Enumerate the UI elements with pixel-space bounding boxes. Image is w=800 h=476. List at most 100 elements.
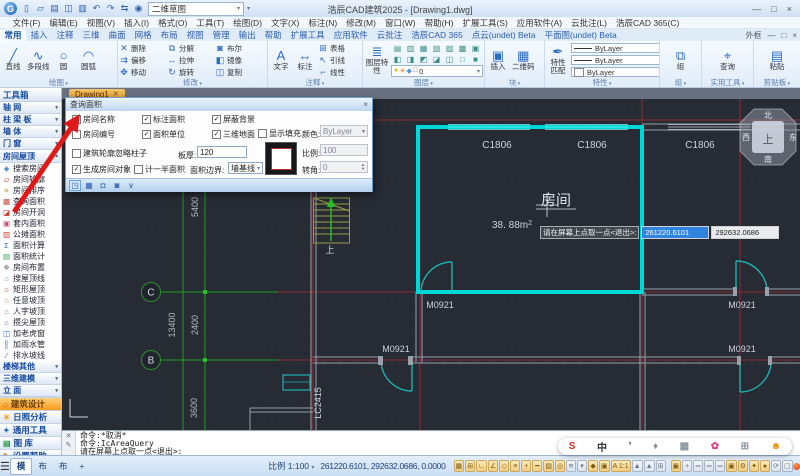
pick-point-tool-icon[interactable]: ∨	[125, 180, 137, 191]
panel-label[interactable]: 特性	[545, 78, 659, 87]
sidebar-tool[interactable]: ◈ 搜索房间	[0, 163, 61, 174]
sidebar-nav-item[interactable]: ▤ 图 库	[0, 436, 61, 449]
snap-toggle[interactable]: ⊞	[465, 460, 475, 472]
layer-tool-icon[interactable]: ▩	[456, 43, 469, 54]
ribbon-tab[interactable]: 注释	[52, 29, 78, 41]
transfer-icon[interactable]: ⇆	[118, 2, 131, 15]
sidebar-group[interactable]: 柱 梁 板▾	[0, 114, 61, 126]
sogou-logo-icon[interactable]: S	[569, 441, 576, 452]
layer-tool-icon[interactable]: ▣	[469, 43, 482, 54]
restore-icon[interactable]: □	[771, 4, 776, 14]
layer-tool-icon[interactable]: ◩	[417, 54, 430, 65]
close-icon[interactable]: ×	[363, 100, 368, 109]
annotation-scale[interactable]: A 1:1	[611, 460, 631, 472]
thickness-input[interactable]: 120	[197, 146, 247, 158]
layer-tool-icon[interactable]: □	[456, 54, 469, 65]
sidebar-group[interactable]: 立 面▾	[0, 385, 61, 397]
new-file-icon[interactable]: ▯	[20, 2, 33, 15]
browser-icon[interactable]: ▣	[726, 460, 737, 472]
layer-tool-icon[interactable]: ▨	[443, 43, 456, 54]
quick-table-toggle[interactable]: ⊞	[656, 460, 666, 472]
ribbon-tab[interactable]: 布局	[156, 29, 182, 41]
checkbox-room-name[interactable]: 房间名称	[72, 114, 115, 125]
otrack-toggle[interactable]: ≡	[510, 460, 520, 472]
ribbon-button[interactable]: ◫ 复制	[215, 66, 263, 78]
menu-item[interactable]: 扩展工具(S)	[458, 17, 512, 29]
checkbox-3d-floor[interactable]: 三维地面	[212, 129, 255, 140]
ribbon-button[interactable]: ↔ 标注	[293, 42, 317, 78]
ribbon-button[interactable]: ↔ 拉伸	[167, 54, 215, 66]
grid-toggle[interactable]: ▦	[454, 460, 465, 472]
open-folder-icon[interactable]: ▱	[34, 2, 47, 15]
frame-icon[interactable]: ▢	[782, 460, 793, 472]
menu-item[interactable]: 视图(V)	[82, 17, 119, 29]
sidebar-tool[interactable]: ∕ 排水坡线	[0, 350, 61, 361]
sidebar-tool[interactable]: ⌂ 任意坡顶	[0, 295, 61, 306]
menu-item[interactable]: 应用软件(A)	[512, 17, 566, 29]
filter-toggle[interactable]: ▾	[577, 460, 587, 472]
sidebar-tool[interactable]: ▣ 套内面积	[0, 218, 61, 229]
layer-on-bulb-icon[interactable]: ●	[394, 67, 398, 75]
panel-label[interactable]: 绘图	[0, 78, 117, 87]
layout-tab[interactable]: 布局1	[32, 459, 53, 474]
layer-tool-icon[interactable]: ◨	[404, 54, 417, 65]
checkbox-half-area[interactable]: 计一半面积	[134, 164, 185, 175]
ribbon-button[interactable]: ⇉ 偏移	[119, 54, 167, 66]
ribbon-button[interactable]: ⌐ 线性	[318, 66, 358, 78]
sidebar-tool[interactable]: ▦ 查询面积	[0, 196, 61, 207]
ribbon-button[interactable]: ✕ 删除	[119, 42, 167, 54]
stamp-blue-tool-icon[interactable]: ◙	[111, 180, 123, 191]
fill-scale-input[interactable]: 100	[320, 144, 368, 156]
frame-toggle-label[interactable]: 外框	[745, 30, 761, 41]
sidebar-tool[interactable]: ❖ 房间布置	[0, 262, 61, 273]
fill-color-combo[interactable]: ByLayer▾	[320, 125, 368, 137]
voice-input-icon[interactable]: ♦	[653, 441, 658, 452]
checkbox-room-number[interactable]: 房间编号	[72, 129, 115, 140]
ribbon-button[interactable]: ◧ 镜像	[215, 54, 263, 66]
save-as-icon[interactable]: ◫	[62, 2, 75, 15]
move-bar-icon[interactable]: +	[682, 460, 692, 472]
group-button[interactable]: ⧉ 组	[669, 42, 693, 78]
sidebar-tool[interactable]: ◪ 房间开洞	[0, 207, 61, 218]
layer-properties-button[interactable]: ≣ 图层特性	[364, 42, 390, 78]
layout-tab[interactable]: 模型	[10, 458, 33, 475]
polar-toggle[interactable]: ∠	[488, 460, 498, 472]
layer-tool-icon[interactable]: ▤	[391, 43, 404, 54]
menu-item[interactable]: 绘图(D)	[229, 17, 267, 29]
sidebar-tool[interactable]: ⌂ 搜屋顶线	[0, 273, 61, 284]
chinese-mode-icon[interactable]: 中	[597, 439, 607, 454]
color-combo[interactable]: ByLayer ▾	[571, 67, 659, 77]
dialog-title-bar[interactable]: 查询面积 ×	[66, 98, 372, 111]
menu-item[interactable]: 窗口(W)	[380, 17, 420, 29]
lineweight-combo[interactable]: ByLayer ▾	[571, 55, 659, 65]
lineweight-toggle[interactable]: ━	[532, 460, 542, 472]
view-cube[interactable]: 上 北 南 西 东	[740, 109, 797, 165]
ribbon-tab[interactable]: 点云(undet) Beta	[467, 29, 540, 41]
menu-item[interactable]: 云批注(L)	[567, 17, 612, 29]
doc-restore-icon[interactable]: □	[781, 31, 786, 40]
sidebar-group-room-roof[interactable]: 房间屋顶▴	[0, 150, 61, 163]
cloud-icon[interactable]: ◉	[132, 2, 145, 15]
linetype-combo[interactable]: ByLayer ▾	[571, 43, 659, 53]
checkbox-generate-room[interactable]: 生成房间对象	[72, 164, 131, 175]
checkbox-ignore-columns[interactable]: 建筑轮廓忽略柱子	[72, 148, 147, 159]
skin-icon[interactable]: ✿	[711, 441, 719, 452]
layer-color-swatch[interactable]: □	[413, 67, 417, 75]
menu-item[interactable]: 浩辰CAD 365(C)	[612, 17, 684, 29]
ribbon-tab[interactable]: 三维	[78, 29, 104, 41]
new-query-tool-icon[interactable]: ◳	[69, 180, 81, 191]
soft-keyboard-icon[interactable]: ▦	[680, 441, 689, 452]
ribbon-button[interactable]: ↖ 引线	[318, 54, 358, 66]
ribbon-tab[interactable]: 视图	[182, 29, 208, 41]
edit-command-icon[interactable]: ✎	[66, 441, 72, 449]
punctuation-icon[interactable]: ’	[629, 441, 632, 452]
selection-cycle-toggle[interactable]: ◎	[555, 460, 565, 472]
sidebar-tool[interactable]: ▱ 房间轮廓	[0, 174, 61, 185]
ribbon-tab[interactable]: 应用软件	[329, 29, 372, 41]
ribbon-tab[interactable]: 管理	[208, 29, 234, 41]
ribbon-button[interactable]: ✥ 移动	[119, 66, 167, 78]
sidebar-group[interactable]: 门 窗▾	[0, 138, 61, 150]
coord-x-input[interactable]: 261220.6101	[641, 226, 709, 239]
bar-handle-icon[interactable]: ═	[715, 460, 725, 472]
ribbon-button[interactable]: ⧉ 分解	[167, 42, 215, 54]
